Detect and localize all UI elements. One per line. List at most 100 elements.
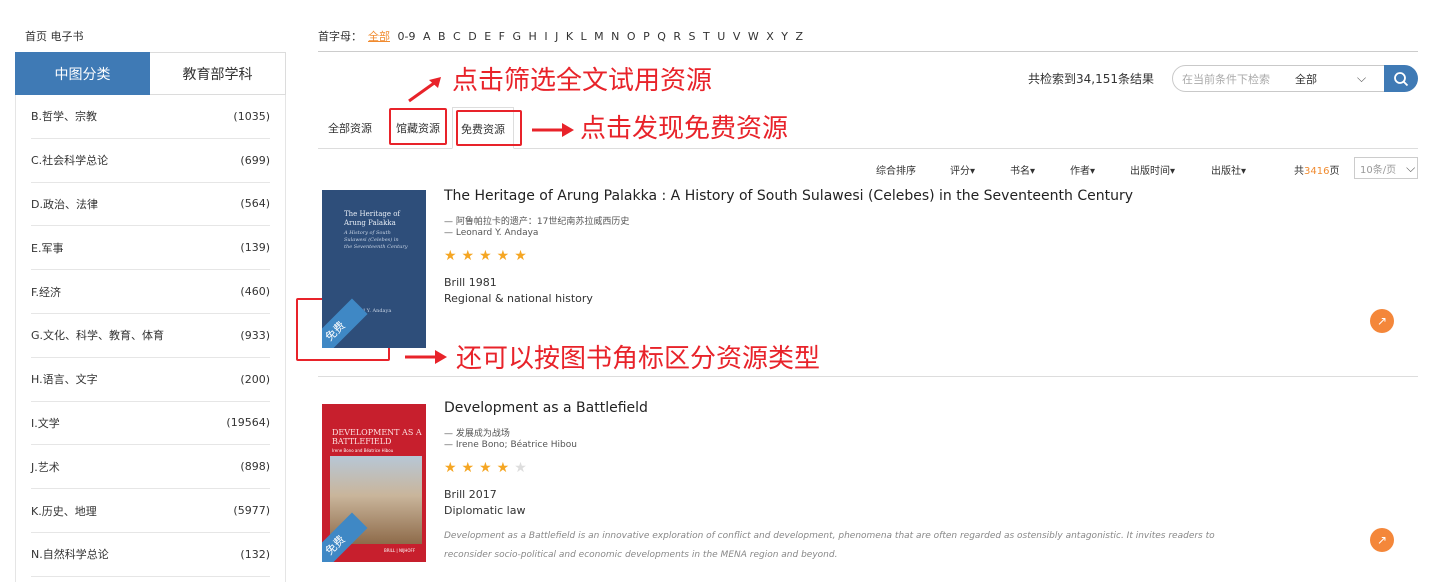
annotation-box-free [456, 110, 522, 146]
book-cover[interactable]: DEVELOPMENT AS A BATTLEFIELD Irene Bono … [322, 404, 426, 562]
category-count: (132) [240, 547, 270, 561]
letter-item[interactable]: 0-9 [398, 30, 416, 43]
external-link-icon: ↗ [1376, 314, 1388, 328]
per-page-value: 10条/页 [1360, 164, 1397, 176]
book-publisher: Brill 2017 [444, 488, 497, 501]
category-count: (564) [240, 197, 270, 211]
letter-item[interactable]: J [555, 30, 558, 43]
sort-rating[interactable]: 评分▾ [950, 162, 975, 177]
category-count: (139) [240, 241, 270, 255]
category-count: (898) [240, 460, 270, 474]
letter-item[interactable]: L [581, 30, 587, 43]
category-name: C.社会科学总论 [31, 154, 109, 168]
letter-item[interactable]: H [529, 30, 537, 43]
annotation-box-library [389, 108, 447, 145]
book-author[interactable]: — Irene Bono; Béatrice Hibou [444, 440, 577, 450]
letter-item[interactable]: Q [657, 30, 666, 43]
category-item[interactable]: B.哲学、宗教 (1035) [31, 95, 270, 139]
letter-filter: 首字母： 全部 0-9 A B C D E F G H I J K L M N … [318, 28, 811, 44]
letter-all[interactable]: 全部 [368, 28, 390, 44]
category-item[interactable]: G.文化、科学、教育、体育 (933) [31, 314, 270, 358]
book-subject: Regional & national history [444, 292, 593, 305]
letter-item[interactable]: U [717, 30, 725, 43]
category-item[interactable]: N.自然科学总论 (132) [31, 533, 270, 577]
annotation-text-1: 点击筛选全文试用资源 [452, 66, 713, 96]
letter-item[interactable]: K [566, 30, 573, 43]
page-count: 共3416页 [1294, 162, 1339, 177]
search-input[interactable]: 在当前条件下检索 全部 ⌵ [1172, 65, 1390, 92]
category-item[interactable]: C.社会科学总论 (699) [31, 139, 270, 183]
breadcrumb: 首页 电子书 [25, 30, 84, 43]
category-item[interactable]: J.艺术 (898) [31, 445, 270, 490]
arrow-icon [532, 123, 574, 137]
letter-item[interactable]: C [453, 30, 461, 43]
tab-moe-subject[interactable]: 教育部学科 [150, 52, 286, 95]
category-count: (699) [240, 153, 270, 167]
category-item[interactable]: H.语言、文字 (200) [31, 358, 270, 402]
letter-item[interactable]: Z [796, 30, 804, 43]
category-item[interactable]: F.经济 (460) [31, 270, 270, 314]
book-cover[interactable]: The Heritage of Arung Palakka A History … [322, 190, 426, 348]
search-button[interactable] [1384, 65, 1418, 92]
book-title[interactable]: The Heritage of Arung Palakka : A Histor… [444, 188, 1133, 204]
sort-author[interactable]: 作者▾ [1070, 162, 1095, 177]
category-count: (933) [240, 328, 270, 342]
category-list: B.哲学、宗教 (1035) C.社会科学总论 (699) D.政治、法律 (564)… [15, 95, 286, 582]
star-icons-off: ★ [514, 460, 532, 476]
category-name: K.历史、地理 [31, 504, 97, 518]
letter-item[interactable]: P [643, 30, 650, 43]
book-author[interactable]: — Leonard Y. Andaya [444, 228, 538, 238]
free-badge: 免费 [322, 298, 368, 348]
search-icon [1394, 71, 1409, 86]
tab-all-resources[interactable]: 全部资源 [328, 120, 372, 136]
book-item: DEVELOPMENT AS A BATTLEFIELD Irene Bono … [318, 400, 1418, 575]
letter-item[interactable]: S [689, 30, 696, 43]
letter-item[interactable]: E [484, 30, 491, 43]
rating-stars: ★★★★★ [444, 248, 532, 264]
letter-item[interactable]: D [468, 30, 476, 43]
category-item[interactable]: I.文学 (19564) [31, 402, 270, 446]
letter-item[interactable]: G [513, 30, 522, 43]
letter-item[interactable]: O [627, 30, 636, 43]
letter-item[interactable]: A [423, 30, 431, 43]
book-item: The Heritage of Arung Palakka A History … [318, 188, 1418, 358]
external-link-button[interactable]: ↗ [1370, 309, 1394, 333]
page-count-suffix: 页 [1329, 166, 1340, 177]
category-count: (19564) [226, 416, 270, 430]
letter-item[interactable]: M [594, 30, 604, 43]
sort-comprehensive[interactable]: 综合排序 [876, 162, 916, 177]
category-name: J.艺术 [31, 460, 60, 474]
search-placeholder: 在当前条件下检索 [1182, 72, 1270, 86]
letter-item[interactable]: N [611, 30, 619, 43]
sort-publisher[interactable]: 出版社▾ [1211, 162, 1246, 177]
chevron-down-icon[interactable]: ⌵ [1357, 71, 1366, 86]
search-scope-select[interactable]: 全部 [1295, 71, 1357, 87]
star-icons: ★★★★★ [444, 248, 532, 264]
letter-item[interactable]: B [438, 30, 446, 43]
category-name: I.文学 [31, 416, 60, 430]
cover-subtitle: A History of South Sulawesi (Celebes) in… [344, 230, 408, 250]
letter-filter-label: 首字母： [318, 30, 362, 43]
sort-title[interactable]: 书名▾ [1010, 162, 1035, 177]
category-item[interactable]: K.历史、地理 (5977) [31, 489, 270, 533]
category-name: G.文化、科学、教育、体育 [31, 329, 165, 343]
category-item[interactable]: D.政治、法律 (564) [31, 183, 270, 227]
letter-item[interactable]: X [766, 30, 774, 43]
letter-item[interactable]: F [499, 30, 505, 43]
letter-item[interactable]: V [733, 30, 741, 43]
category-name: N.自然科学总论 [31, 548, 109, 562]
letter-item[interactable]: Y [781, 30, 788, 43]
chevron-down-icon: ⌵ [1406, 160, 1416, 175]
letter-item[interactable]: W [748, 30, 759, 43]
letter-item[interactable]: I [544, 30, 547, 43]
arrow-icon [408, 77, 441, 103]
external-link-button[interactable]: ↗ [1370, 528, 1394, 552]
per-page-select[interactable]: 10条/页 ⌵ [1354, 157, 1418, 179]
letter-item[interactable]: R [673, 30, 681, 43]
category-name: D.政治、法律 [31, 197, 98, 211]
letter-item[interactable]: T [703, 30, 710, 43]
category-item[interactable]: E.军事 (139) [31, 226, 270, 271]
tab-clc[interactable]: 中图分类 [15, 52, 150, 95]
book-title[interactable]: Development as a Battlefield [444, 400, 648, 416]
sort-pub-date[interactable]: 出版时间▾ [1130, 162, 1175, 177]
